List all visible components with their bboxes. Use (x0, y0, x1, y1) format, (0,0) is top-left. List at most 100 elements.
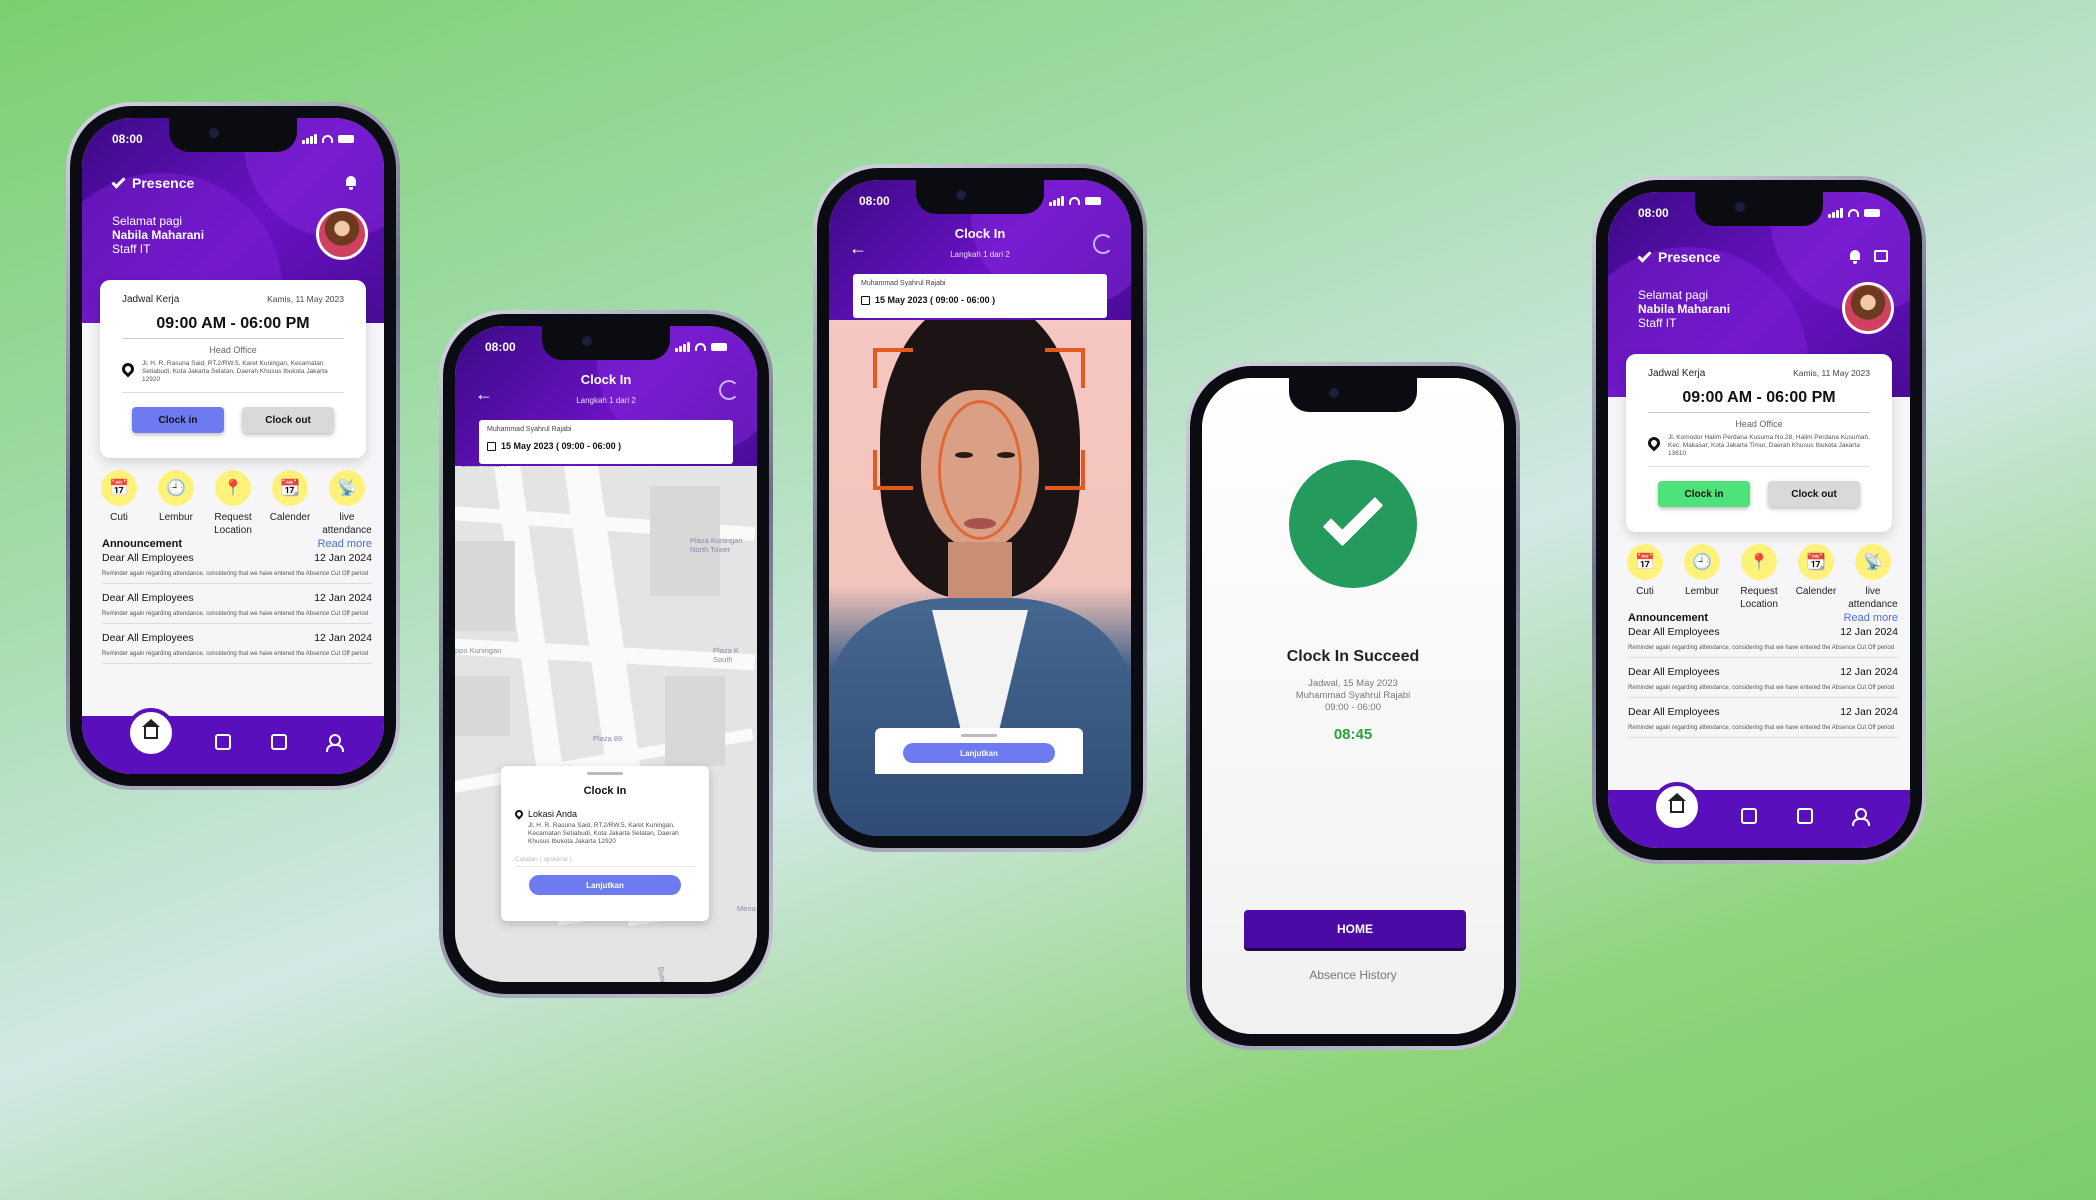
archive-icon[interactable] (1796, 808, 1813, 824)
continue-button[interactable]: Lanjutkan (903, 743, 1055, 763)
announcement-item-title: Dear All Employees (102, 552, 194, 564)
menu-request-location[interactable]: 📍 Request Location (206, 470, 260, 537)
brand: Presence (1637, 247, 1721, 265)
clock-overtime-icon: 🕘 (1684, 544, 1720, 580)
success-title: Clock In Succeed (1286, 648, 1420, 665)
clock-in-button[interactable]: Clock in (1658, 481, 1750, 507)
bell-icon[interactable] (344, 176, 358, 190)
nav-home[interactable] (1651, 782, 1702, 832)
announcement-title: Announcement (102, 538, 183, 550)
user-name: Nabila Maharani (1638, 302, 1731, 316)
sheet-handle[interactable] (587, 772, 623, 775)
calendar-icon: 📆 (272, 470, 308, 506)
announcement-item-date: 12 Jan 2024 (1840, 626, 1898, 638)
read-more-link[interactable]: Read more (1844, 612, 1898, 624)
contacts-icon[interactable] (215, 734, 232, 750)
clock-out-button[interactable]: Clock out (242, 407, 334, 433)
notch (1289, 378, 1417, 412)
phone-face-scan: 08:00 ← Clock In Langkah 1 dari 2 Muhamm… (813, 164, 1147, 852)
announcement-item[interactable]: Dear All Employees 12 Jan 2024 Reminder ag… (1628, 704, 1898, 738)
announcement-item-date: 12 Jan 2024 (1840, 706, 1898, 718)
phone-clockin-map: CIMB NIAGA Plaza Kuningan North Tower pp… (439, 310, 773, 998)
location-pin-icon: 📍 (215, 470, 251, 506)
menu-label: Cuti (1636, 586, 1654, 597)
office-name: Head Office (209, 345, 257, 355)
sheet-handle[interactable] (961, 734, 997, 737)
announcement-item-date: 12 Jan 2024 (1840, 666, 1898, 678)
schedule-hours: 09:00 AM - 06:00 PM (122, 315, 344, 339)
announcement-item-body: Reminder again regarding attendance, con… (1628, 685, 1895, 691)
menu-live-attendance[interactable]: 📡 live attendance (1846, 544, 1900, 611)
clock-in-button[interactable]: Clock in (132, 407, 224, 433)
schedule-card: Jadwal Kerja Kamis, 11 May 2023 09:00 AM … (100, 280, 366, 458)
menu-calender[interactable]: 📆 Calender (263, 470, 317, 537)
notch (1695, 192, 1823, 226)
success-info: Jadwal, 15 May 2023 Muhammad Syahrul Raja… (1202, 678, 1504, 714)
announcement-item-title: Dear All Employees (1628, 706, 1720, 718)
contacts-icon[interactable] (1741, 808, 1758, 824)
status-time: 08:00 (485, 340, 516, 354)
menu-lembur[interactable]: 🕘 Lembur (149, 470, 203, 537)
refresh-icon[interactable] (1093, 234, 1113, 254)
clock-out-button[interactable]: Clock out (1768, 481, 1860, 507)
note-input[interactable]: Catatan ( opsional ) (515, 856, 695, 867)
scan-frame-corner (1045, 348, 1085, 388)
success-screen: Clock In Succeed Jadwal, 15 May 2023 Muha… (1202, 378, 1504, 1034)
archive-icon[interactable] (270, 734, 287, 750)
announcement-item[interactable]: Dear All Employees 12 Jan 2024 Reminder ag… (1628, 624, 1898, 658)
bell-icon[interactable] (1848, 250, 1862, 264)
chat-icon[interactable] (1874, 250, 1888, 262)
menu-label: Request Location (1740, 586, 1778, 610)
refresh-icon[interactable] (719, 380, 739, 400)
announcement-item[interactable]: Dear All Employees 12 Jan 2024 Reminder ag… (102, 630, 372, 664)
quick-menu: 📅 Cuti 🕘 Lembur 📍 Request Location 📆 Calende… (1618, 544, 1900, 611)
office-address: Jl. H. R. Rasuna Said, RT.2/RW.5, Karet … (142, 360, 328, 383)
menu-cuti[interactable]: 📅 Cuti (1618, 544, 1672, 611)
notch (169, 118, 297, 152)
location-address: Jl. H. R. Rasuna Said, RT.2/RW.5, Karet … (528, 822, 679, 845)
home-icon (141, 719, 160, 739)
announcement-item-title: Dear All Employees (102, 632, 194, 644)
nav-home[interactable] (125, 708, 176, 758)
profile-icon[interactable] (1852, 808, 1871, 826)
dashboard-screen: 08:00 Presence Selamat pagi Nabila Mahara… (82, 118, 384, 774)
schedule-label: Jadwal Kerja (1648, 368, 1706, 379)
menu-live-attendance[interactable]: 📡 live attendance (320, 470, 374, 537)
schedule-date: 15 May 2023 ( 09:00 - 06:00 ) (501, 441, 622, 451)
signal-icon (1828, 208, 1843, 218)
success-name: Muhammad Syahrul Rajabi (1295, 690, 1411, 701)
map-label: Plaza 89 (593, 734, 623, 743)
read-more-link[interactable]: Read more (318, 538, 372, 550)
menu-lembur[interactable]: 🕘 Lembur (1675, 544, 1729, 611)
user-role: Staff IT (112, 242, 151, 256)
office-address: Jl. Komodor Halim Perdana Kusuma No.28, … (1668, 434, 1870, 457)
sheet-title: Clock In (583, 785, 627, 797)
employee-name: Muhammad Syahrul Rajabi (487, 426, 572, 433)
continue-button[interactable]: Lanjutkan (529, 875, 681, 895)
brand-name: Presence (1658, 249, 1721, 265)
menu-calender[interactable]: 📆 Calender (1789, 544, 1843, 611)
map-screen: CIMB NIAGA Plaza Kuningan North Tower pp… (455, 326, 757, 982)
home-button[interactable]: HOME (1244, 910, 1466, 948)
bottom-nav (1608, 782, 1910, 848)
avatar[interactable] (1842, 282, 1894, 334)
battery-icon (711, 343, 727, 351)
map-label: Plaza Kuningan North Tower (690, 536, 743, 554)
announcement-item[interactable]: Dear All Employees 12 Jan 2024 Reminder ag… (102, 550, 372, 584)
status-time: 08:00 (112, 132, 143, 146)
menu-request-location[interactable]: 📍 Request Location (1732, 544, 1786, 611)
absence-history-link[interactable]: Absence History (1202, 968, 1504, 982)
quick-menu: 📅 Cuti 🕘 Lembur 📍 Request Location 📆 Calende… (92, 470, 374, 537)
location-label: Lokasi Anda (528, 809, 578, 819)
profile-icon[interactable] (326, 734, 345, 752)
employee-name: Muhammad Syahrul Rajabi (861, 280, 946, 287)
check-icon (111, 173, 126, 189)
menu-cuti[interactable]: 📅 Cuti (92, 470, 146, 537)
avatar[interactable] (316, 208, 368, 260)
greeting: Selamat pagi (1638, 288, 1709, 302)
announcement-item[interactable]: Dear All Employees 12 Jan 2024 Reminder ag… (102, 590, 372, 624)
success-hours: 09:00 - 06:00 (1325, 702, 1381, 713)
signal-icon (1049, 196, 1064, 206)
calendar-icon (487, 441, 496, 451)
announcement-item[interactable]: Dear All Employees 12 Jan 2024 Reminder ag… (1628, 664, 1898, 698)
